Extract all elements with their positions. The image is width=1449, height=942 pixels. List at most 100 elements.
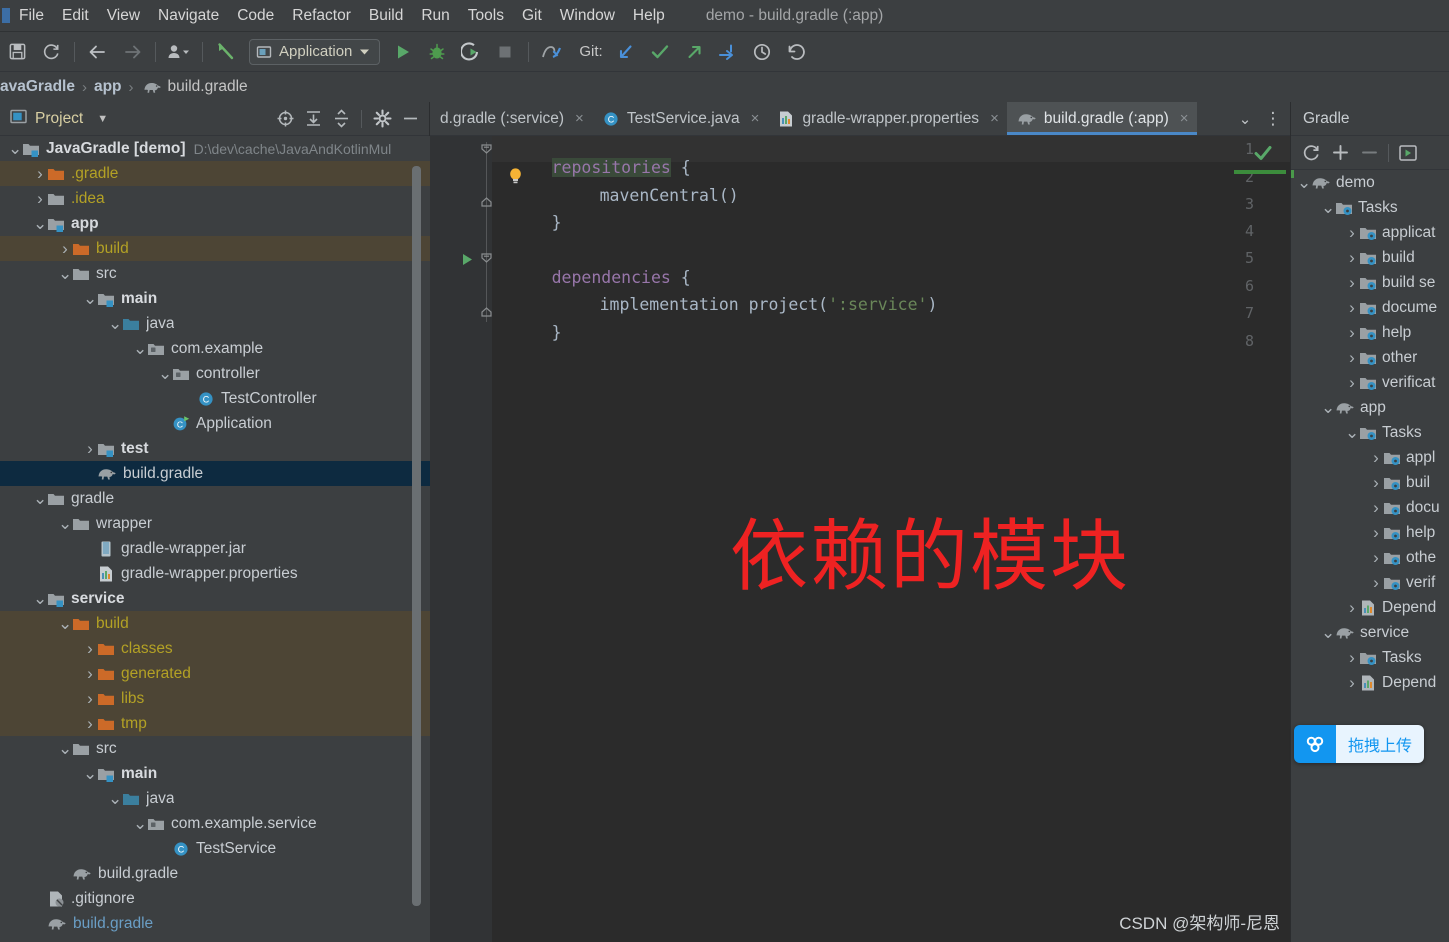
run-configuration-selector[interactable]: Application	[249, 38, 381, 65]
chevron-right-icon[interactable]: ›	[1369, 473, 1383, 493]
menu-item-build[interactable]: Build	[360, 5, 412, 27]
chevron-right-icon[interactable]: ›	[83, 664, 97, 684]
editor-tab[interactable]: d.gradle (:service) ×	[430, 102, 592, 135]
tree-row[interactable]: › .gradle	[0, 161, 430, 186]
save-icon[interactable]	[2, 37, 32, 67]
chevron-right-icon[interactable]: ›	[33, 164, 47, 184]
chevron-right-icon[interactable]: ›	[58, 239, 72, 259]
stop-icon[interactable]	[490, 37, 520, 67]
chevron-right-icon[interactable]: ›	[1345, 373, 1359, 393]
editor-tab[interactable]: gradle-wrapper.properties ×	[767, 102, 1006, 135]
expand-all-icon[interactable]	[300, 106, 326, 132]
git-update-icon[interactable]	[611, 37, 641, 67]
tree-row[interactable]: ⌄ build	[0, 611, 430, 636]
chevron-right-icon[interactable]: ›	[1345, 273, 1359, 293]
chevron-down-icon[interactable]: ⌄	[8, 140, 22, 157]
tree-row[interactable]: ⌄ service	[0, 586, 430, 611]
update-project-icon[interactable]	[211, 37, 241, 67]
chevron-right-icon[interactable]: ›	[1369, 498, 1383, 518]
code-editor[interactable]: 1 2 3 4 5 6 7 8 repositories { mavenCent	[430, 136, 1290, 942]
chevron-right-icon[interactable]: ›	[83, 639, 97, 659]
tree-row[interactable]: build.gradle	[0, 911, 430, 936]
tree-row[interactable]: ⌄ main	[0, 761, 430, 786]
breadcrumb-item-file[interactable]: build.gradle	[168, 78, 248, 96]
tree-row[interactable]: ⌄ java	[0, 311, 430, 336]
gradle-tree-row[interactable]: › Depend	[1291, 595, 1449, 620]
gradle-tree-row[interactable]: › verificat	[1291, 370, 1449, 395]
menu-item-code[interactable]: Code	[228, 5, 283, 27]
gradle-tree-row[interactable]: › docume	[1291, 295, 1449, 320]
tree-row[interactable]: C TestController	[0, 386, 430, 411]
tree-row[interactable]: ⌄ main	[0, 286, 430, 311]
menu-item-tools[interactable]: Tools	[459, 5, 513, 27]
chevron-down-icon[interactable]: ⌄	[133, 815, 147, 832]
tree-row[interactable]: › build	[0, 236, 430, 261]
chevron-right-icon[interactable]: ›	[83, 714, 97, 734]
gradle-tree-row[interactable]: › verif	[1291, 570, 1449, 595]
tree-row[interactable]: ⌄ src	[0, 736, 430, 761]
gradle-tree-row[interactable]: › Tasks	[1291, 645, 1449, 670]
menu-item-file[interactable]: File	[10, 5, 53, 27]
gradle-tree-row[interactable]: › other	[1291, 345, 1449, 370]
run-gradle-task-icon[interactable]	[460, 252, 475, 272]
chevron-down-icon[interactable]: ⌄	[58, 615, 72, 632]
chevron-down-icon[interactable]: ⌄	[133, 340, 147, 357]
tree-row[interactable]: ⌄ app	[0, 211, 430, 236]
more-options-icon[interactable]: ⋮	[1260, 104, 1286, 134]
tree-row[interactable]: build.gradle	[0, 461, 430, 486]
chevron-down-icon[interactable]: ⌄	[33, 590, 47, 607]
chevron-down-icon[interactable]: ⌄	[108, 315, 122, 332]
chevron-right-icon[interactable]: ›	[1345, 223, 1359, 243]
tree-row[interactable]: C TestService	[0, 836, 430, 861]
chevron-right-icon[interactable]: ›	[1345, 598, 1359, 618]
breadcrumb-item-module[interactable]: app	[94, 78, 122, 96]
git-commit-icon[interactable]	[645, 37, 675, 67]
menu-item-refactor[interactable]: Refactor	[283, 5, 360, 27]
rollback-icon[interactable]	[781, 37, 811, 67]
forward-arrow-icon[interactable]	[117, 37, 147, 67]
chevron-right-icon[interactable]: ›	[1345, 248, 1359, 268]
chevron-right-icon[interactable]: ›	[83, 689, 97, 709]
gradle-tree-row[interactable]: › Depend	[1291, 670, 1449, 695]
chevron-right-icon[interactable]: ›	[33, 189, 47, 209]
chevron-down-icon[interactable]: ⌄	[83, 290, 97, 307]
menu-item-edit[interactable]: Edit	[53, 5, 98, 27]
chevron-down-icon[interactable]: ⌄	[58, 515, 72, 532]
hide-panel-icon[interactable]	[397, 106, 423, 132]
chevron-right-icon[interactable]: ›	[1345, 323, 1359, 343]
remove-icon[interactable]	[1355, 139, 1383, 167]
tree-row[interactable]: ⌄ gradle	[0, 486, 430, 511]
chevron-right-icon[interactable]: ›	[1369, 573, 1383, 593]
git-push-icon[interactable]	[679, 37, 709, 67]
chevron-down-icon[interactable]: ⌄	[1321, 624, 1335, 641]
chevron-down-icon[interactable]: ⌄	[58, 740, 72, 757]
settings-gear-icon[interactable]	[369, 106, 395, 132]
gradle-tree-row[interactable]: › build se	[1291, 270, 1449, 295]
tree-row[interactable]: ⌄ controller	[0, 361, 430, 386]
tree-row[interactable]: › tmp	[0, 711, 430, 736]
gradle-tree-row[interactable]: ⌄ app	[1291, 395, 1449, 420]
tree-row[interactable]: ⌄ com.example.service	[0, 811, 430, 836]
tree-row[interactable]: C Application	[0, 411, 430, 436]
close-icon[interactable]: ×	[1180, 110, 1189, 127]
gradle-tree-row[interactable]: › docu	[1291, 495, 1449, 520]
error-stripe-marker[interactable]	[1234, 170, 1286, 174]
profile-dropdown-icon[interactable]	[164, 37, 194, 67]
tree-row[interactable]: › test	[0, 436, 430, 461]
locate-target-icon[interactable]	[272, 106, 298, 132]
chevron-down-icon[interactable]: ⌄	[1232, 104, 1258, 134]
gradle-tree-row[interactable]: › buil	[1291, 470, 1449, 495]
chevron-down-icon[interactable]: ⌄	[108, 790, 122, 807]
gradle-tree-row[interactable]: › appl	[1291, 445, 1449, 470]
tree-row[interactable]: › .idea	[0, 186, 430, 211]
chevron-right-icon[interactable]: ›	[1345, 673, 1359, 693]
breadcrumb-item-project[interactable]: avaGradle	[0, 78, 75, 96]
chevron-right-icon[interactable]: ›	[1345, 348, 1359, 368]
profiler-icon[interactable]	[537, 37, 567, 67]
menu-item-navigate[interactable]: Navigate	[149, 5, 228, 27]
menu-item-help[interactable]: Help	[624, 5, 674, 27]
chevron-down-icon[interactable]: ▼	[97, 113, 108, 125]
chevron-right-icon[interactable]: ›	[1369, 548, 1383, 568]
gradle-tree-row[interactable]: › othe	[1291, 545, 1449, 570]
chevron-right-icon[interactable]: ›	[1345, 298, 1359, 318]
